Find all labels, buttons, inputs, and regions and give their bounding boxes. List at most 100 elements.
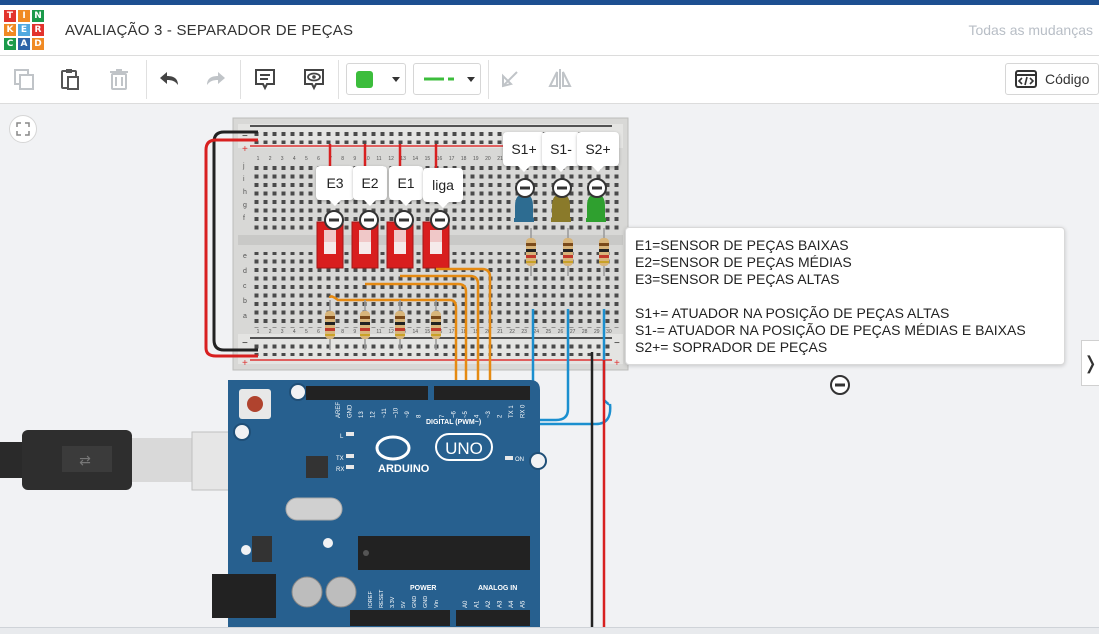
column-number: 14 [413,156,419,162]
redo-icon[interactable] [199,62,233,96]
rail-plus-sign: + [242,358,248,369]
color-swatch [356,71,373,88]
power-pin-label: 3.3V [390,596,396,608]
paste-icon[interactable] [53,62,87,96]
note-line: E1=SENSOR DE PEÇAS BAIXAS [635,237,849,253]
toolbar-divider [146,60,147,99]
switch-label-e3[interactable]: E3 [316,166,354,206]
code-button-label: Código [1045,71,1090,87]
project-title[interactable]: AVALIAÇÃO 3 - SEPARADOR DE PEÇAS [65,22,353,39]
rail-minus-sign: − [614,338,620,349]
digital-pin-label: 13 [359,411,365,418]
column-number: 22 [509,329,515,335]
logo-letter: K [3,23,17,37]
column-number: 12 [388,329,394,335]
logo-letter: N [31,9,45,23]
wire-type-dropdown[interactable] [413,63,481,95]
column-number: 30 [606,329,612,335]
column-number: 13 [400,156,406,162]
note-collapse-icon[interactable] [829,374,851,396]
save-status: Todas as mudanças [968,22,1093,38]
column-number: 26 [558,329,564,335]
led-label-s2-plus[interactable]: S2+ [577,132,619,172]
note-spacer [635,288,1055,305]
side-panel-toggle[interactable]: ❭ [1081,340,1099,386]
circuit-canvas[interactable]: ⇄ 12345678910111213141516171819202122232… [0,104,1099,633]
led-label-s1-plus[interactable]: S1+ [503,132,545,172]
column-number: 11 [376,156,381,162]
column-number: 5 [305,156,308,162]
digital-pin-label: 12 [371,411,377,418]
note-line: S1+= ATUADOR NA POSIÇÃO DE PEÇAS ALTAS [635,305,950,321]
analog-pin-label: A5 [521,600,527,608]
digital-label: DIGITAL (PWM~) [426,419,481,426]
column-number: 20 [485,156,491,162]
column-number: 19 [473,156,479,162]
header: TINKERCAD AVALIAÇÃO 3 - SEPARADOR DE PEÇ… [0,5,1099,56]
digital-pin-label: AREF [336,402,342,418]
wire-style-icon [424,77,454,81]
digital-pin-label: ~6 [452,410,458,418]
logo-letter: I [17,9,31,23]
column-number: 24 [534,329,540,335]
column-number: 8 [341,156,344,162]
switch-label-e2[interactable]: E2 [353,166,387,206]
column-number: 18 [461,156,467,162]
row-letter: a [243,313,247,320]
logo-letter: R [31,23,45,37]
led-label-s1-minus[interactable]: S1- [542,132,580,172]
digital-pin-label: ~5 [463,410,469,418]
row-letter: h [243,189,247,196]
power-pin-label: GND [412,596,418,608]
arduino-uno[interactable]: DIGITAL (PWM~) AREF GND 13 12 ~11 ~10 ~9 8 7 ~6 ~5… [212,380,547,633]
row-letter: d [243,268,247,275]
column-number: 11 [376,329,381,335]
switch-label-liga[interactable]: liga [423,168,463,208]
column-number: 3 [281,329,284,335]
column-number: 27 [570,329,576,335]
toolbar-divider [240,60,241,99]
led[interactable] [586,178,607,222]
column-number: 28 [582,329,588,335]
switch-label-e1[interactable]: E1 [389,166,423,206]
copy-icon[interactable] [7,62,41,96]
mirror-icon[interactable] [543,62,577,96]
arduino-brand: ARDUINO [378,463,430,475]
trash-icon[interactable] [102,62,136,96]
digital-pin-label: ~9 [405,410,411,418]
column-number: 17 [449,156,455,162]
column-number: 1 [257,156,260,162]
column-number: 14 [413,329,419,335]
row-letter: g [243,202,247,209]
led[interactable] [551,178,572,222]
svg-text:⇄: ⇄ [79,453,91,469]
rotate-icon[interactable] [493,62,527,96]
note-icon[interactable] [248,62,282,96]
column-number: 25 [546,329,552,335]
column-number: 17 [449,329,455,335]
column-number: 9 [353,329,356,335]
circuit-drawing: ⇄ 12345678910111213141516171819202122232… [0,117,629,633]
led-label-tx: TX [336,456,344,462]
color-dropdown[interactable] [346,63,406,95]
analog-pin-label: A2 [486,600,492,608]
logo-letter: E [17,23,31,37]
chevron-down-icon [392,77,400,82]
tinkercad-logo[interactable]: TINKERCAD [3,9,45,51]
column-number: 9 [353,156,356,162]
digital-pin-label: ~10 [394,407,400,418]
row-letter: j [242,163,245,170]
column-number: 12 [388,156,394,162]
column-number: 1 [257,329,260,335]
code-icon [1015,70,1037,88]
circuit-note[interactable]: E1=SENSOR DE PEÇAS BAIXAS E2=SENSOR DE P… [625,227,1065,365]
code-button[interactable]: Código [1005,63,1099,95]
led[interactable] [514,178,535,222]
rail-plus-sign: + [614,358,620,369]
chevron-down-icon [467,77,475,82]
digital-pin-label: ~11 [382,408,388,418]
undo-icon[interactable] [152,62,186,96]
logo-letter: A [17,37,31,51]
eye-icon[interactable] [297,62,331,96]
column-number: 21 [497,329,503,335]
